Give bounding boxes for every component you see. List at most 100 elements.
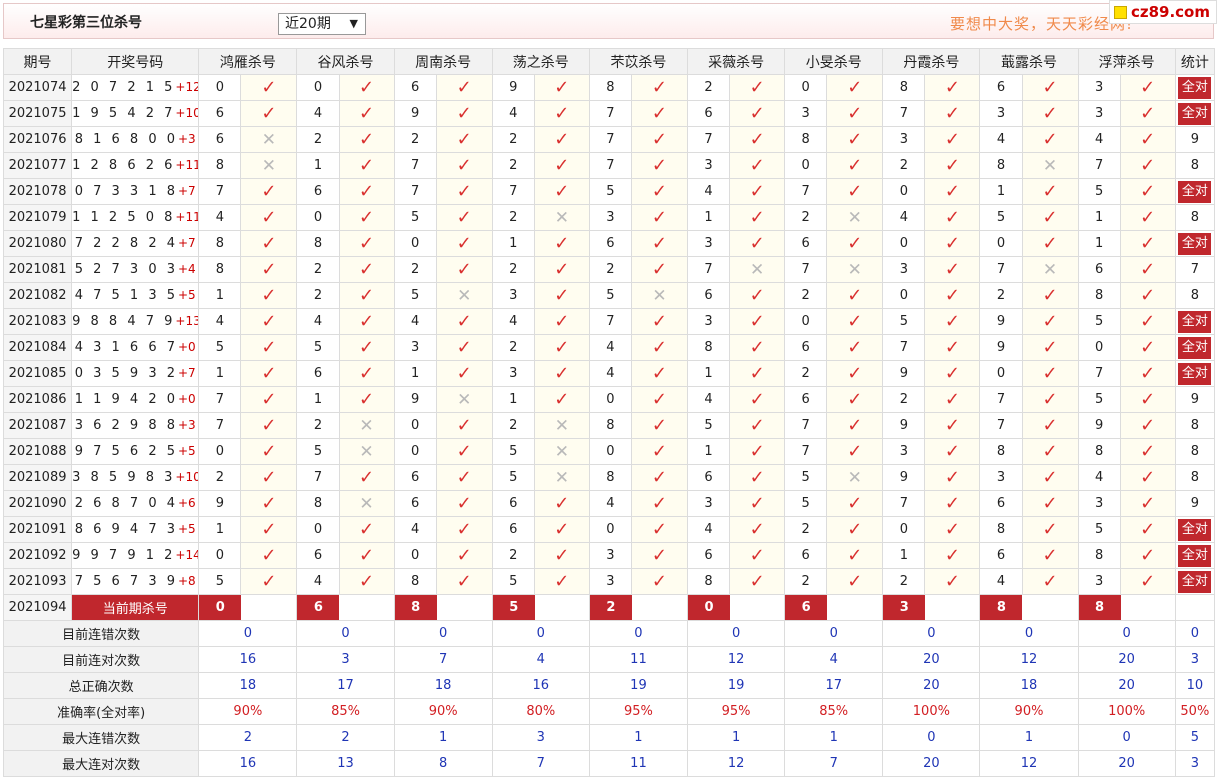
kill-number-cell: 3 <box>687 308 731 335</box>
result-correct-cell: ✓ <box>729 152 786 179</box>
current-kill-number: 6 <box>785 595 828 620</box>
result-correct-cell: ✓ <box>924 490 981 517</box>
result-correct-cell: ✓ <box>338 386 395 413</box>
result-correct-cell: ✓ <box>435 412 493 439</box>
result-correct-cell: ✓ <box>924 360 981 387</box>
kill-number-cell: 5 <box>979 204 1023 231</box>
cross-icon: ✕ <box>1042 155 1058 176</box>
draw-digits: 1 9 5 4 2 7 <box>72 106 176 121</box>
check-icon: ✓ <box>261 285 277 306</box>
check-icon: ✓ <box>651 77 668 98</box>
stat-cell: 8 <box>1174 412 1216 439</box>
result-wrong-cell: ✕ <box>826 256 884 283</box>
draw-number-cell: 4 7 5 1 3 5+5 <box>71 282 200 309</box>
kill-number-cell: 8 <box>393 568 437 595</box>
kill-number-cell: 0 <box>784 152 828 179</box>
summary-value: 20 <box>882 750 981 777</box>
period-cell: 2021088 <box>2 438 73 465</box>
check-icon: ✓ <box>1042 181 1058 202</box>
result-correct-cell: ✓ <box>826 230 884 257</box>
table-row: 2021084 4 3 1 6 6 7+0 5 ✓ 5 ✓ 3 ✓ 2 ✓ 4 ✓ 8 ✓ 6 ✓ 7 ✓ 9 ✓ 0 ✓… <box>2 334 1216 361</box>
result-correct-cell: ✓ <box>240 334 298 361</box>
check-icon: ✓ <box>554 571 570 592</box>
check-icon: ✓ <box>261 467 277 488</box>
table-row: 2021077 1 2 8 6 2 6+11 8 ✕ 1 ✓ 7 ✓ 2 ✓ 7 ✓ 3 ✓ 0 ✓ 2 ✓ 8 ✕ 7… <box>2 152 1216 179</box>
result-correct-cell: ✓ <box>1119 516 1176 543</box>
kill-number-cell: 5 <box>1077 386 1121 413</box>
result-correct-cell: ✓ <box>729 178 786 205</box>
summary-value: 2 <box>198 724 298 751</box>
result-correct-cell: ✓ <box>924 178 981 205</box>
check-icon: ✓ <box>749 233 765 254</box>
kill-number-cell: 4 <box>1077 464 1121 491</box>
result-correct-cell: ✓ <box>729 230 786 257</box>
check-icon: ✓ <box>554 103 570 124</box>
kill-number-cell: 0 <box>882 516 926 543</box>
kill-number-cell: 4 <box>491 100 535 127</box>
column-header-stat: 统计 <box>1174 48 1216 75</box>
check-icon: ✓ <box>261 571 277 592</box>
check-icon: ✓ <box>554 259 570 280</box>
result-wrong-cell: ✕ <box>338 438 395 465</box>
column-header-expert: 蕺露杀号 <box>979 48 1079 75</box>
check-icon: ✓ <box>1042 415 1058 436</box>
check-icon: ✓ <box>1140 155 1156 176</box>
result-correct-cell: ✓ <box>533 282 590 309</box>
check-icon: ✓ <box>359 103 375 124</box>
check-icon: ✓ <box>456 259 472 280</box>
kill-number-cell: 0 <box>296 74 340 101</box>
check-icon: ✓ <box>456 233 472 254</box>
result-correct-cell: ✓ <box>826 542 884 569</box>
kill-number-cell: 9 <box>198 490 242 517</box>
kill-number-cell: 6 <box>393 464 437 491</box>
summary-label: 准确率(全对率) <box>2 698 200 725</box>
kill-number-cell: 6 <box>687 100 731 127</box>
result-correct-cell: ✓ <box>924 542 981 569</box>
column-header-expert: 谷风杀号 <box>296 48 395 75</box>
kill-number-cell: 2 <box>784 282 828 309</box>
kill-number-cell: 4 <box>588 334 632 361</box>
kill-number-cell: 5 <box>882 308 926 335</box>
kill-number-cell: 7 <box>979 386 1023 413</box>
check-icon: ✓ <box>554 337 570 358</box>
summary-value: 7 <box>784 750 884 777</box>
kill-number-cell: 2 <box>491 412 535 439</box>
kill-number-cell: 6 <box>687 282 731 309</box>
kill-number-cell: 0 <box>588 386 632 413</box>
kill-number-cell: 0 <box>882 230 926 257</box>
kill-number-cell: 5 <box>784 464 828 491</box>
check-icon: ✓ <box>456 77 472 98</box>
draw-number-cell: 5 2 7 3 0 3+4 <box>71 256 200 283</box>
cross-icon: ✕ <box>261 155 277 176</box>
result-correct-cell: ✓ <box>924 282 981 309</box>
kill-number-cell: 0 <box>882 282 926 309</box>
result-correct-cell: ✓ <box>1119 308 1176 335</box>
result-correct-cell: ✓ <box>1021 204 1079 231</box>
draw-extra: +5 <box>178 444 196 458</box>
result-correct-cell: ✓ <box>630 100 689 127</box>
column-header-draw: 开奖号码 <box>71 48 200 75</box>
result-correct-cell: ✓ <box>729 386 786 413</box>
kill-number-cell: 2 <box>198 464 242 491</box>
current-period-row: 2021094 当前期杀号 0 6 8 5 2 0 6 3 8 8 <box>2 594 1216 621</box>
summary-value: 0 <box>198 620 298 647</box>
kill-number-cell: 3 <box>784 100 828 127</box>
draw-extra: +7 <box>178 366 196 380</box>
draw-extra: +0 <box>178 340 196 354</box>
result-correct-cell: ✓ <box>1119 464 1176 491</box>
period-select[interactable]: 近20期 ▼ <box>278 13 366 35</box>
check-icon: ✓ <box>847 493 863 514</box>
draw-digits: 8 1 6 8 0 0 <box>74 132 178 147</box>
column-header-expert: 浮萍杀号 <box>1077 48 1176 75</box>
period-cell: 2021085 <box>2 360 73 387</box>
summary-value: 100% <box>882 698 981 725</box>
cross-icon: ✕ <box>261 129 277 150</box>
result-correct-cell: ✓ <box>924 386 981 413</box>
draw-number-cell: 2 0 7 2 1 5+12 <box>71 74 200 101</box>
kill-number-cell: 8 <box>198 230 242 257</box>
period-cell: 2021084 <box>2 334 73 361</box>
result-wrong-cell: ✕ <box>533 204 590 231</box>
result-correct-cell: ✓ <box>729 282 786 309</box>
check-icon: ✓ <box>1140 571 1156 592</box>
stat-cell: 全对 <box>1174 516 1216 543</box>
